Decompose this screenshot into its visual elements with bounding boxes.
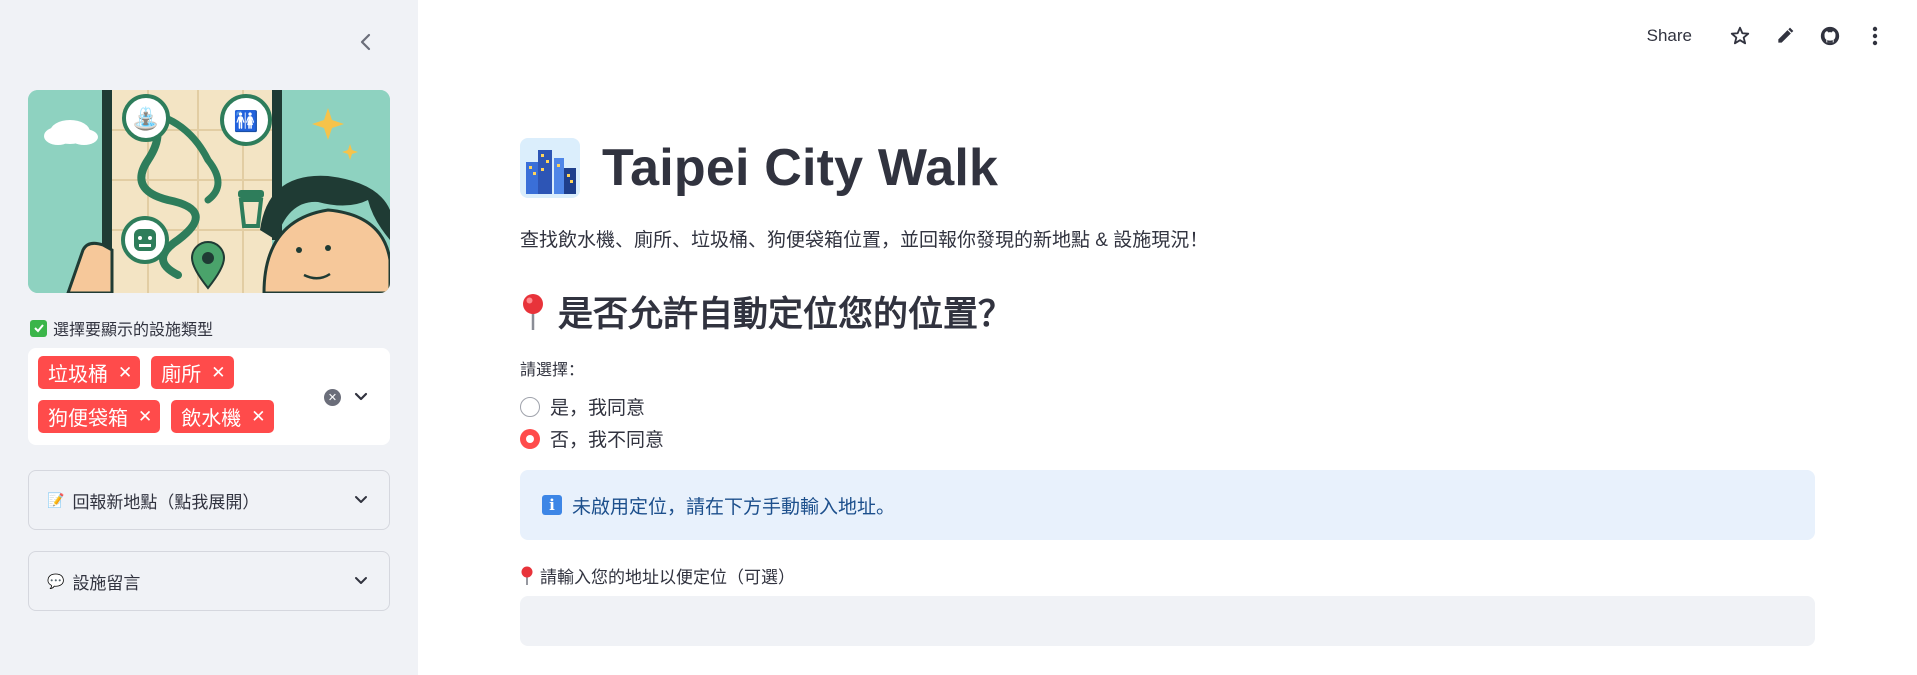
page-title: Taipei City Walk [602,139,999,197]
remove-tag-icon[interactable]: ✕ [251,408,265,425]
page-subtitle: 查找飲水機、廁所、垃圾桶、狗便袋箱位置，並回報你發現的新地點 & 設施現況！ [520,230,1209,251]
remove-tag-icon[interactable]: ✕ [211,364,225,381]
sidebar-hero-image: ⛲ 🚻 [28,90,390,293]
github-icon[interactable] [1807,18,1852,54]
tag-dog-bag-box: 狗便袋箱 ✕ [38,400,161,433]
sidebar: ⛲ 🚻 選擇要顯示的設施類型 垃圾桶 ✕ 廁所 ✕ 狗便袋箱 ✕ 飲水機 ✕ ✕… [0,0,418,675]
info-icon: i [542,495,562,515]
page-title-row: Taipei City Walk [520,135,998,201]
more-vert-icon[interactable] [1852,18,1897,54]
share-button[interactable]: Share [1647,26,1692,46]
location-heading-row: 是否允許自動定位您的位置？ [520,286,1013,337]
clear-all-icon[interactable]: ✕ [324,389,341,406]
location-heading: 是否允許自動定位您的位置？ [558,295,1014,334]
expander-label: 回報新地點（點我展開） [72,492,260,512]
chevron-down-icon [355,577,367,584]
tag-trash-bin: 垃圾桶 ✕ [38,356,141,389]
pushpin-icon [523,293,543,330]
tag-label: 飲水機 [181,408,242,430]
svg-text:⛲: ⛲ [132,106,159,132]
star-icon[interactable] [1717,18,1762,54]
facility-type-label-text: 選擇要顯示的設施類型 [53,322,214,339]
address-input[interactable] [520,596,1815,646]
selected-tags: 垃圾桶 ✕ 廁所 ✕ 狗便袋箱 ✕ 飲水機 ✕ [38,356,308,433]
info-alert: i 未啟用定位，請在下方手動輸入地址。 [520,470,1815,540]
facility-type-multiselect[interactable]: 垃圾桶 ✕ 廁所 ✕ 狗便袋箱 ✕ 飲水機 ✕ ✕ [28,348,390,445]
remove-tag-icon[interactable]: ✕ [118,364,132,381]
radio-option-label: 是，我同意 [550,398,646,419]
radio-option-label: 否，我不同意 [550,430,665,451]
tag-water-fountain: 飲水機 ✕ [171,400,274,433]
pencil-icon[interactable] [1762,18,1807,54]
radio-unselected-icon[interactable] [520,396,540,417]
info-alert-text: 未啟用定位，請在下方手動輸入地址。 [572,496,896,518]
remove-tag-icon[interactable]: ✕ [138,408,152,425]
top-toolbar: Share [1647,18,1917,54]
address-label-text: 請輸入您的地址以便定位（可選） [540,568,795,587]
radio-option-disagree[interactable]: 否，我不同意 [520,425,664,452]
memo-icon: 📝 [47,491,65,508]
collapse-sidebar-button[interactable] [352,28,380,56]
checkbox-checked-icon [30,319,47,337]
chevron-down-icon[interactable] [350,386,372,408]
expander-label: 設施留言 [72,573,141,593]
tag-label: 狗便袋箱 [48,408,128,430]
speech-bubble-icon: 💬 [47,572,65,589]
address-label: 請輸入您的地址以便定位（可選） [520,563,795,588]
city-map-illustration: ⛲ 🚻 [28,90,390,293]
facility-comment-expander[interactable]: 💬 設施留言 [28,551,390,611]
radio-group-label: 請選擇： [520,362,585,379]
chevron-down-icon [355,496,367,503]
cityscape-icon [520,138,580,198]
radio-selected-icon[interactable] [520,428,540,449]
svg-text:🚻: 🚻 [234,109,259,133]
chevron-left-icon [360,33,371,51]
pushpin-icon [521,566,533,585]
report-new-location-expander[interactable]: 📝 回報新地點（點我展開） [28,470,390,530]
radio-option-agree[interactable]: 是，我同意 [520,393,645,420]
app-root: ⛲ 🚻 選擇要顯示的設施類型 垃圾桶 ✕ 廁所 ✕ 狗便袋箱 ✕ 飲水機 ✕ ✕… [0,0,1917,675]
tag-label: 廁所 [161,364,202,386]
tag-label: 垃圾桶 [48,364,108,386]
facility-type-label: 選擇要顯示的設施類型 [30,318,214,339]
tag-toilet: 廁所 ✕ [151,356,234,389]
